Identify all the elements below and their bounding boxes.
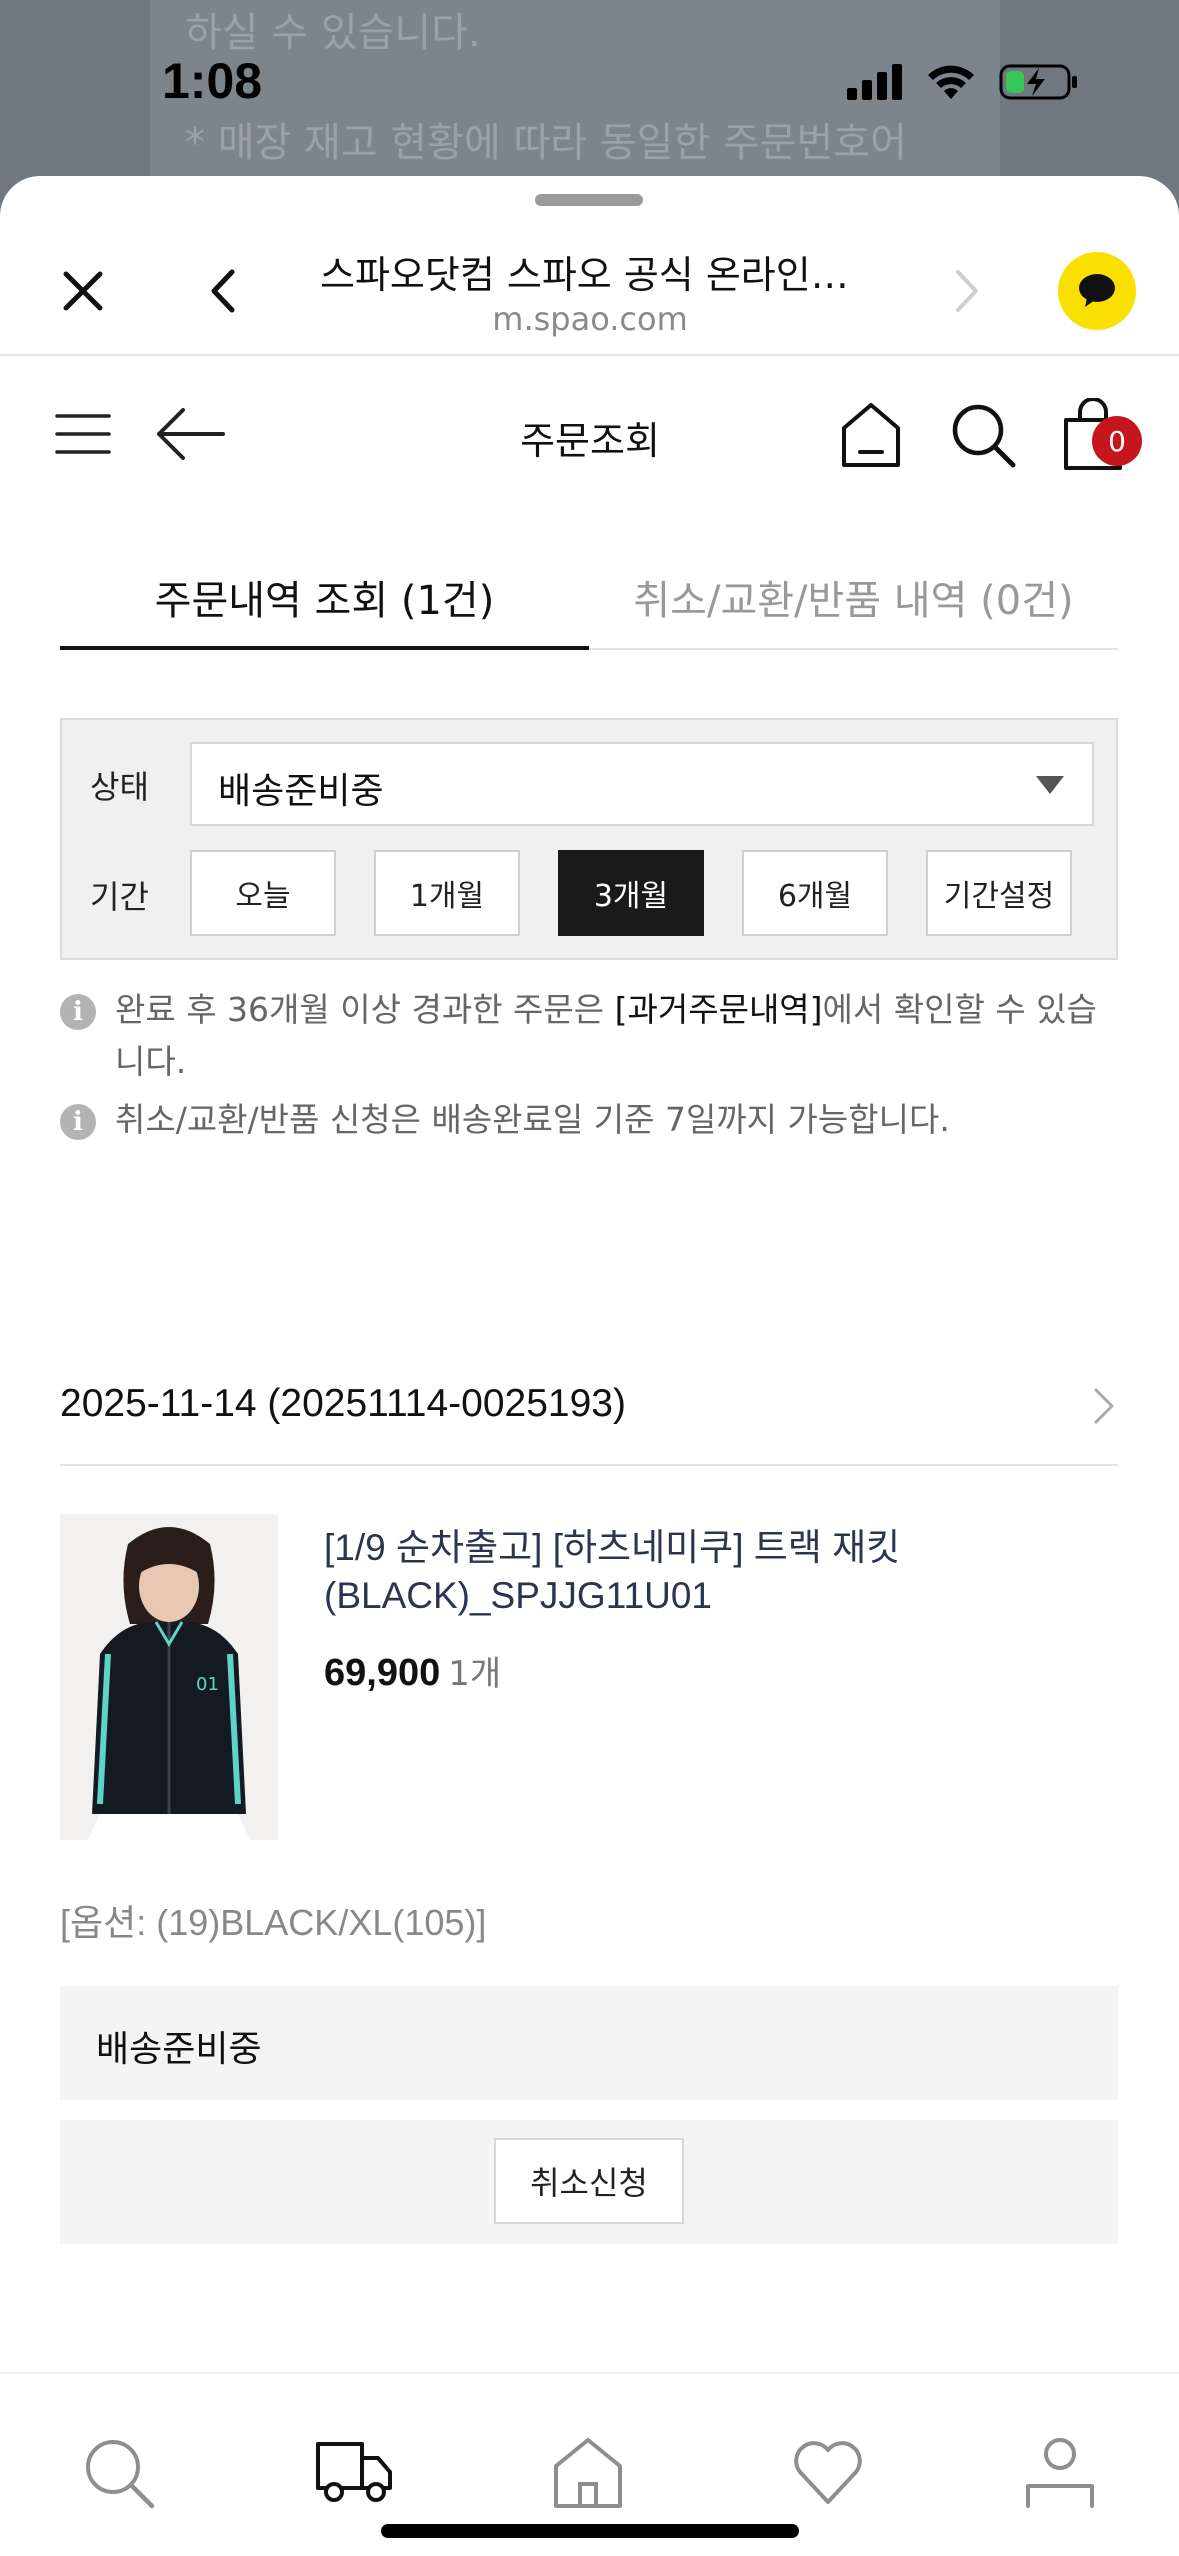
heart-icon[interactable] [790, 2434, 866, 2510]
dropdown-caret-icon [1036, 776, 1064, 794]
product-image: 01 [60, 1514, 278, 1840]
background-text-1: 하실 수 있습니다. [185, 10, 481, 56]
back-arrow-icon[interactable] [155, 408, 225, 460]
product-option: [옵션: (19)BLACK/XL(105)] [60, 1902, 487, 1943]
search-icon[interactable] [80, 2434, 156, 2510]
price-value: 69,900 [324, 1652, 441, 1694]
home-indicator[interactable] [381, 2524, 799, 2538]
product-price: 69,900 1개 [324, 1646, 501, 1695]
tab-order-history[interactable]: 주문내역 조회 (1건) [60, 546, 589, 650]
browser-url[interactable]: m.spao.com [320, 300, 860, 338]
sheet-grabber[interactable] [535, 194, 643, 206]
product-quantity: 1개 [448, 1654, 502, 1694]
tab-cancel-exchange-return[interactable]: 취소/교환/반품 내역 (0건) [589, 546, 1118, 648]
battery-icon [999, 64, 1077, 100]
product-thumbnail[interactable]: 01 [60, 1514, 278, 1840]
search-icon[interactable] [950, 402, 1016, 468]
order-header[interactable]: 2025-11-14 (20251114-0025193) [60, 1356, 1118, 1466]
past-orders-link[interactable]: [과거주문내역] [615, 990, 823, 1029]
status-filter-label: 상태 [90, 768, 149, 806]
browser-toolbar: 스파오닷컴 스파오 공식 온라인… m.spao.com [0, 216, 1179, 356]
cancel-request-button[interactable]: 취소신청 [494, 2138, 684, 2224]
period-filter-label: 기간 [90, 878, 149, 916]
order-date-number: 2025-11-14 (20251114-0025193) [60, 1382, 626, 1425]
period-6month-button[interactable]: 6개월 [742, 850, 888, 936]
home-icon[interactable] [550, 2434, 626, 2510]
order-filter: 상태 배송준비중 기간 오늘 1개월 3개월 6개월 기간설정 [60, 718, 1118, 960]
notice-cancel-period: i 취소/교환/반품 신청은 배송완료일 기준 7일까지 가능합니다. [60, 1094, 1120, 1146]
person-icon[interactable] [1022, 2434, 1098, 2510]
period-3month-button[interactable]: 3개월 [558, 850, 704, 936]
period-today-button[interactable]: 오늘 [190, 850, 336, 936]
order-actions: 취소신청 [60, 2120, 1118, 2244]
order-tabs: 주문내역 조회 (1건) 취소/교환/반품 내역 (0건) [60, 546, 1118, 650]
info-icon: i [60, 994, 96, 1030]
order-status: 배송준비중 [60, 1986, 1118, 2100]
svg-text:01: 01 [196, 1674, 219, 1695]
home-icon[interactable] [840, 402, 902, 468]
hamburger-menu-icon[interactable] [55, 410, 111, 458]
page-title: 주문조회 [520, 419, 660, 463]
status-icons [847, 62, 1079, 102]
cart-count-badge: 0 [1092, 416, 1142, 466]
browser-sheet: 스파오닷컴 스파오 공식 온라인… m.spao.com 주문조회 0 주문내역… [0, 176, 1179, 2556]
browser-page-title: 스파오닷컴 스파오 공식 온라인… [320, 253, 849, 297]
bottom-navigation [0, 2372, 1179, 2556]
delivery-truck-icon[interactable] [314, 2434, 394, 2510]
browser-back-icon[interactable] [200, 266, 250, 316]
chevron-right-icon[interactable] [1088, 1386, 1118, 1426]
signal-icon [847, 64, 902, 100]
wifi-icon [928, 65, 974, 99]
product-name[interactable]: [1/9 순차출고] [하츠네미쿠] 트랙 재킷 (BLACK)_SPJJG11… [324, 1524, 1044, 1620]
info-icon: i [60, 1104, 96, 1140]
site-header: 주문조회 [0, 358, 1179, 508]
notice-text-2: 취소/교환/반품 신청은 배송완료일 기준 7일까지 가능합니다. [115, 1100, 950, 1139]
background-text-2: * 매장 재고 현황에 따라 동일한 주문번호어 [185, 120, 907, 166]
period-1month-button[interactable]: 1개월 [374, 850, 520, 936]
chat-bubble-icon [1079, 274, 1115, 307]
notice-text-1a: 완료 후 36개월 이상 경과한 주문은 [115, 990, 615, 1029]
close-icon[interactable] [58, 266, 108, 316]
notice-past-orders: i 완료 후 36개월 이상 경과한 주문은 [과거주문내역]에서 확인할 수 … [60, 984, 1120, 1088]
kakaotalk-button[interactable] [1058, 252, 1136, 330]
period-custom-button[interactable]: 기간설정 [926, 850, 1072, 936]
browser-forward-icon[interactable] [940, 266, 990, 316]
status-select[interactable]: 배송준비중 [190, 742, 1094, 826]
status-select-value: 배송준비중 [218, 771, 384, 812]
status-time: 1:08 [162, 53, 263, 109]
